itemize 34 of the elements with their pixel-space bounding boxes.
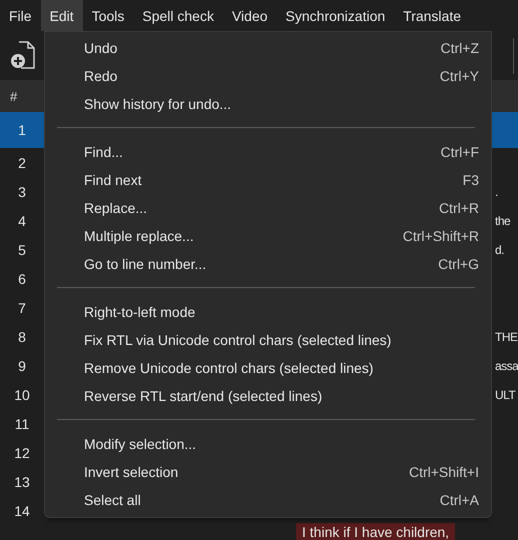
menu-item[interactable]: Find next F3: [45, 166, 491, 194]
menu-item[interactable]: Redo Ctrl+Y: [45, 62, 491, 90]
menu-item[interactable]: Fix RTL via Unicode control chars (selected lines): [45, 326, 491, 354]
menu-item[interactable]: Remove Unicode control chars (selected lines): [45, 354, 491, 382]
menu-bar-item[interactable]: Video: [222, 0, 277, 31]
menu-bar-item[interactable]: Tools: [82, 0, 134, 31]
menu-item[interactable]: Right-to-left mode: [45, 298, 491, 326]
menu-item[interactable]: Invert selection Ctrl+Shift+I: [45, 458, 491, 486]
menu-item[interactable]: Select all Ctrl+A: [45, 486, 491, 514]
subtitle-text: I think if I have children,: [296, 523, 456, 540]
menu-item[interactable]: Find... Ctrl+F: [45, 138, 491, 166]
menu-bar-item[interactable]: Spell check: [133, 0, 223, 31]
menu-bar-item[interactable]: File: [0, 0, 41, 31]
menu-bar-item[interactable]: Synchronization: [276, 0, 394, 31]
menu-item[interactable]: Undo Ctrl+Z: [45, 34, 491, 62]
menu-item[interactable]: Go to line number... Ctrl+G: [45, 250, 491, 278]
menu-bar-item[interactable]: Translate: [394, 0, 470, 31]
menu-item[interactable]: Reverse RTL start/end (selected lines): [45, 382, 491, 410]
subtitle-text: d.: [495, 242, 504, 256]
menu-item[interactable]: Modify selection...: [45, 430, 491, 458]
menu-item[interactable]: Multiple replace... Ctrl+Shift+R: [45, 222, 491, 250]
column-header: #: [10, 88, 18, 104]
menu-bar-item[interactable]: Edit: [40, 0, 83, 31]
subtitle-text: the: [495, 214, 510, 228]
row-number: 11: [14, 416, 30, 432]
grid-row[interactable]: I think if I have children,: [0, 523, 518, 540]
row-number: 1: [17, 122, 27, 138]
menu-item[interactable]: Replace... Ctrl+R: [45, 194, 491, 222]
row-number: 4: [17, 212, 27, 228]
row-number: 3: [17, 184, 27, 200]
row-number: 5: [17, 242, 27, 258]
subtitle-text: .: [495, 184, 498, 198]
new-file-icon[interactable]: [10, 41, 37, 70]
menu-item[interactable]: Show history for undo...: [45, 90, 491, 118]
